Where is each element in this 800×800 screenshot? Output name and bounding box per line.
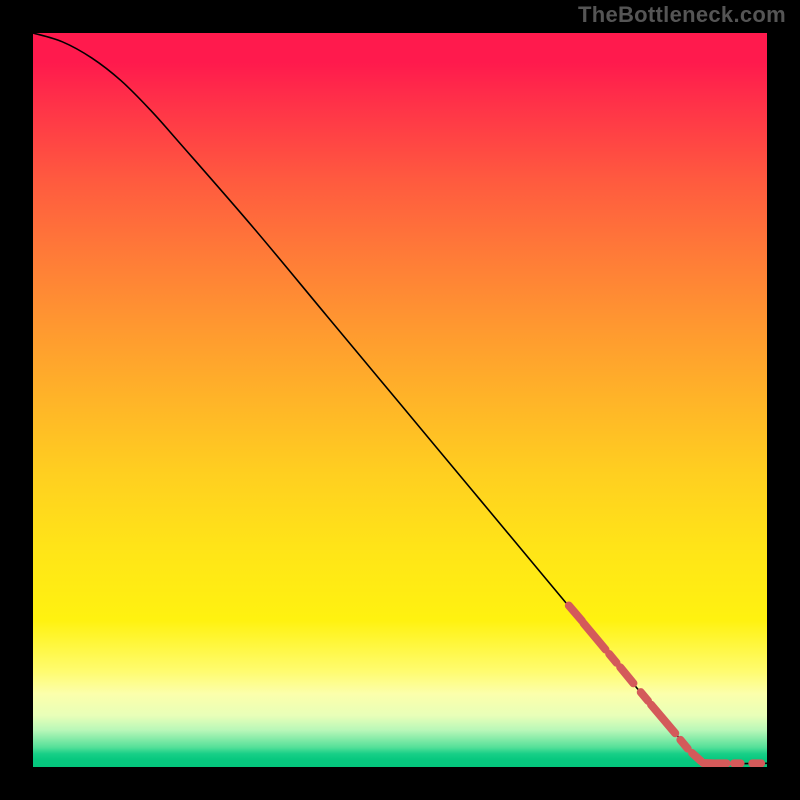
highlight-dash	[641, 692, 648, 701]
highlight-dash	[584, 623, 606, 649]
bottleneck-curve-path	[33, 33, 767, 764]
highlight-dash	[620, 667, 633, 683]
curve-highlight-dashes	[569, 606, 761, 764]
watermark-text: TheBottleneck.com	[578, 2, 786, 28]
plot-area	[33, 33, 767, 767]
highlight-dash	[680, 740, 687, 749]
plot-overlay-svg	[33, 33, 767, 767]
highlight-dash	[569, 606, 582, 621]
highlight-dash	[609, 654, 616, 663]
chart-stage: TheBottleneck.com	[0, 0, 800, 800]
highlight-dash	[651, 705, 675, 734]
highlight-dash	[692, 753, 701, 761]
